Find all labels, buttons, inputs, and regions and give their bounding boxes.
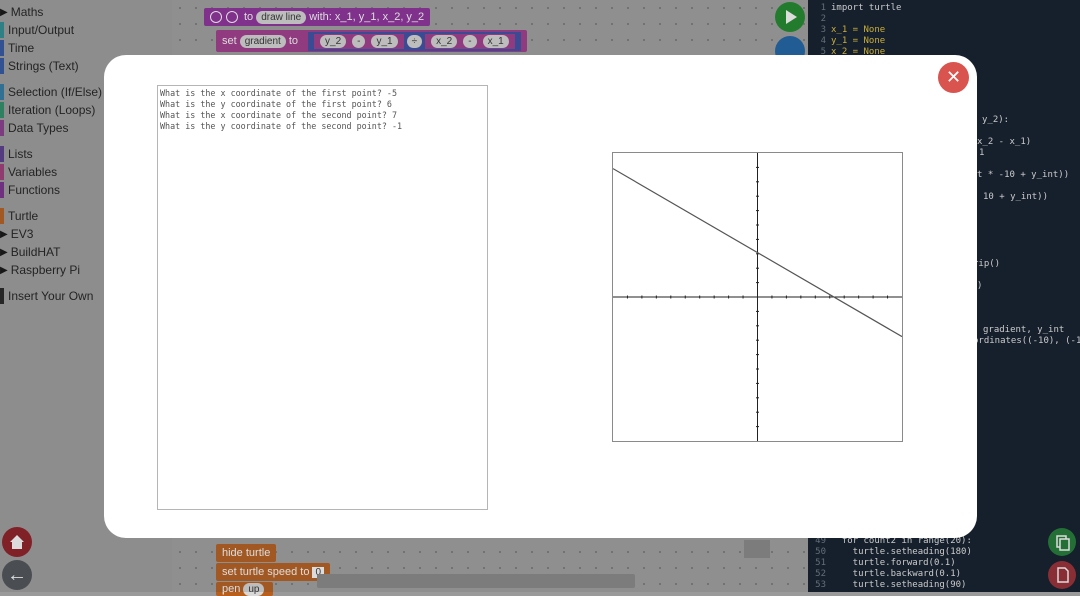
turtle-plot [612,153,903,441]
close-button[interactable]: ✕ [938,62,969,93]
console-output[interactable]: What is the x coordinate of the first po… [157,85,488,510]
turtle-canvas [612,152,903,442]
close-icon: ✕ [945,67,962,87]
console-line: What is the y coordinate of the second p… [160,121,403,131]
console-line: What is the y coordinate of the first po… [160,99,392,109]
console-line: What is the x coordinate of the second p… [160,110,397,120]
console-line: What is the x coordinate of the first po… [160,88,397,98]
